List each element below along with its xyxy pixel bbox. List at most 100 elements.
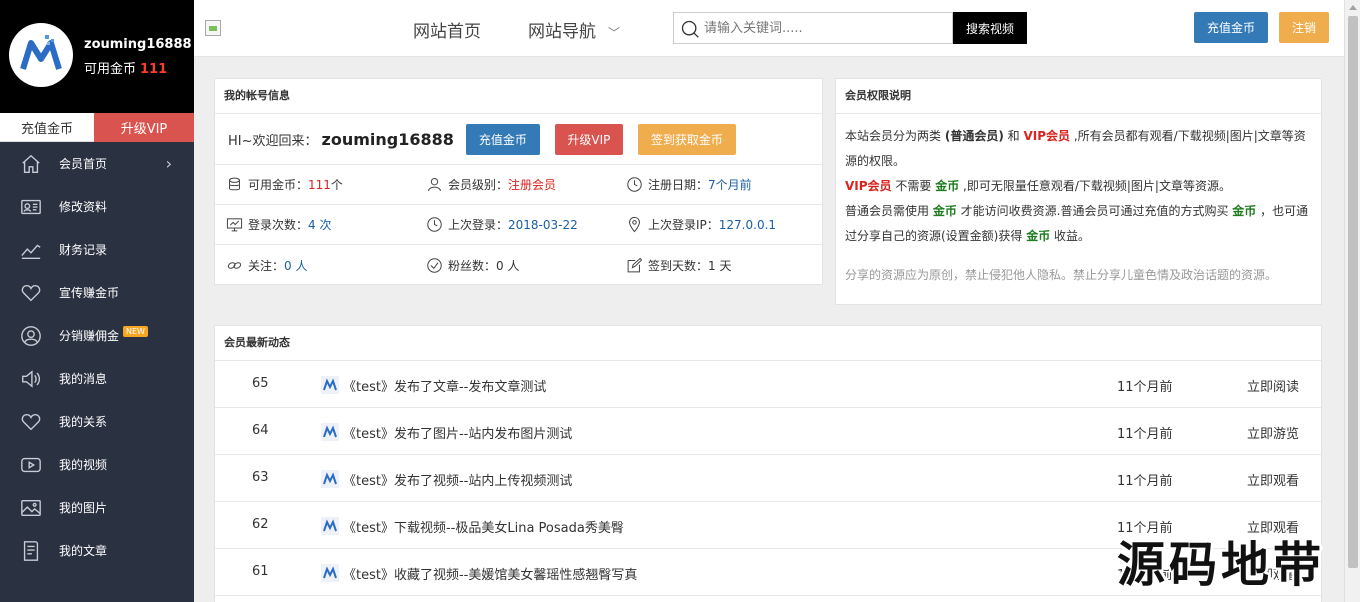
feed-text[interactable]: 《test》发布了图片--站内发布图片测试 bbox=[343, 423, 572, 442]
image-icon bbox=[19, 496, 43, 520]
broken-logo-image[interactable] bbox=[205, 20, 221, 36]
search-button[interactable]: 搜索视频 bbox=[953, 12, 1027, 44]
sidebar-item-messages[interactable]: 我的消息 bbox=[0, 357, 194, 400]
feed-action-link[interactable]: 立即游览 bbox=[1247, 423, 1299, 442]
recharge-button[interactable]: 充值金币 bbox=[465, 123, 540, 155]
signin-coins-button[interactable]: 签到获取金币 bbox=[637, 123, 736, 155]
sidebar-nav: 会员首页 › 修改资料 财务记录 宣传赚金币 分销赚佣金 NEW 我的消息 我的… bbox=[0, 142, 194, 572]
login-count-label: 登录次数： bbox=[248, 218, 309, 232]
rights-text: 才能访问收费资源.普通会员可通过充值的方式购买 bbox=[956, 204, 1233, 218]
new-badge: NEW bbox=[123, 326, 148, 337]
stat-fans: 粉丝数： 0 人 bbox=[415, 256, 615, 274]
feed-id: 61 bbox=[252, 564, 269, 579]
level-label: 会员级别： bbox=[448, 178, 509, 192]
sidebar-upgrade-vip-button[interactable]: 升级VIP bbox=[94, 113, 194, 142]
nav-guide-dropdown[interactable]: 网站导航 ﹀ bbox=[528, 17, 620, 42]
search-box bbox=[673, 12, 953, 44]
feed-row: 64 《test》发布了图片--站内发布图片测试 11个月前 立即游览 bbox=[215, 408, 1321, 455]
feed-action-link[interactable]: 立即观看 bbox=[1247, 517, 1299, 536]
sidebar-item-promote[interactable]: 宣传赚金币 bbox=[0, 271, 194, 314]
coins-label: 可用金币 bbox=[84, 62, 137, 77]
sidebar-item-videos[interactable]: 我的视频 bbox=[0, 443, 194, 486]
rights-text: 和 bbox=[1003, 129, 1024, 143]
sidebar-item-images[interactable]: 我的图片 bbox=[0, 486, 194, 529]
nav-home-link[interactable]: 网站首页 bbox=[413, 17, 481, 42]
sidebar-recharge-button[interactable]: 充值金币 bbox=[0, 113, 94, 142]
user-icon bbox=[425, 176, 443, 194]
feed-time: 11个月前 bbox=[1117, 474, 1173, 489]
heart-icon bbox=[19, 281, 43, 305]
signin-days-value: 1 天 bbox=[708, 258, 732, 273]
stat-last-login: 上次登录： 2018-03-22 bbox=[415, 216, 615, 234]
signin-days-label: 签到天数： bbox=[648, 258, 709, 273]
feed-text[interactable]: 《test》发布了视频--站内上传视频测试 bbox=[343, 470, 572, 489]
rights-paragraph-2: VIP会员 不需要 金币 ,即可无限量任意观看/下载视频|图片|文章等资源。 bbox=[845, 174, 1312, 199]
location-pin-icon bbox=[625, 216, 643, 234]
last-login-label: 上次登录： bbox=[448, 218, 509, 232]
stats-row: 可用金币： 111 个 会员级别： 注册会员 注册日期： 7个月前 bbox=[215, 165, 822, 205]
avatar[interactable] bbox=[9, 23, 73, 87]
user-icon bbox=[19, 324, 43, 348]
chevron-right-icon: › bbox=[165, 154, 172, 173]
rights-text: 不需要 bbox=[891, 179, 936, 193]
last-ip-label: 上次登录IP： bbox=[648, 218, 719, 232]
stat-follow: 关注： 0 人 bbox=[215, 256, 415, 274]
sidebar-item-finance[interactable]: 财务记录 bbox=[0, 228, 194, 271]
search-input[interactable] bbox=[704, 18, 944, 38]
sidebar-item-relations[interactable]: 我的关系 bbox=[0, 400, 194, 443]
logout-button[interactable]: 注销 bbox=[1279, 12, 1329, 43]
sidebar-item-distribution[interactable]: 分销赚佣金 NEW bbox=[0, 314, 194, 357]
member-feed-title: 会员最新动态 bbox=[215, 326, 1321, 361]
feed-action-link[interactable]: 立即观看 bbox=[1247, 470, 1299, 489]
chart-line-icon bbox=[19, 238, 43, 262]
fans-label: 粉丝数： bbox=[448, 258, 497, 273]
feed-text[interactable]: 《test》下载视频--极品美女Lina Posada秀美臀 bbox=[343, 517, 624, 536]
vip-member-label: VIP会员 bbox=[1023, 129, 1071, 143]
site-logo-icon bbox=[321, 564, 339, 582]
search-icon bbox=[681, 20, 699, 38]
sidebar-item-member-home[interactable]: 会员首页 › bbox=[0, 142, 194, 185]
page-scrollbar[interactable] bbox=[1344, 0, 1360, 602]
stats-row: 登录次数： 4 次 上次登录： 2018-03-22 上次登录IP： 127.0.0.… bbox=[215, 205, 822, 245]
feed-text[interactable]: 《test》收藏了视频--美媛馆美女馨瑶性感翘臀写真 bbox=[343, 564, 637, 583]
username: zouming16888 bbox=[84, 37, 192, 52]
rights-paragraph-1: 本站会员分为两类 (普通会员) 和 VIP会员 ,所有会员都有观看/下载视频|图… bbox=[845, 124, 1312, 174]
stats-row: 关注： 0 人 粉丝数： 0 人 签到天数： 1 天 bbox=[215, 245, 822, 285]
document-icon bbox=[19, 539, 43, 563]
feed-row: 63 《test》发布了视频--站内上传视频测试 11个月前 立即观看 bbox=[215, 455, 1321, 502]
feed-text[interactable]: 《test》发布了文章--发布文章测试 bbox=[343, 376, 546, 395]
site-logo-icon bbox=[321, 470, 339, 488]
coins-stat-label: 可用金币： bbox=[248, 178, 309, 192]
sidebar: zouming16888 可用金币 111 充值金币 升级VIP 会员首页 › 修… bbox=[0, 0, 194, 602]
login-count-value: 4 次 bbox=[308, 218, 332, 232]
account-info-title: 我的帐号信息 bbox=[215, 79, 822, 114]
sidebar-item-articles[interactable]: 我的文章 bbox=[0, 529, 194, 572]
edit-icon bbox=[625, 256, 643, 274]
avatar-logo-icon bbox=[11, 25, 71, 85]
sidebar-item-label: 我的文章 bbox=[59, 544, 108, 558]
sidebar-item-label: 修改资料 bbox=[59, 200, 108, 214]
feed-time: 11个月前 bbox=[1117, 427, 1173, 442]
gold-label: 金币 bbox=[1026, 229, 1051, 243]
rights-note: 分享的资源应为原创，禁止侵犯他人隐私。禁止分享儿童色情及政治话题的资源。 bbox=[845, 268, 1278, 282]
feed-action-link[interactable]: 立即阅读 bbox=[1247, 376, 1299, 395]
site-logo-icon bbox=[321, 423, 339, 441]
feed-time: 11个月前 bbox=[1117, 380, 1173, 395]
member-rights-panel: 会员权限说明 本站会员分为两类 (普通会员) 和 VIP会员 ,所有会员都有观看… bbox=[835, 78, 1322, 305]
upgrade-vip-button[interactable]: 升级VIP bbox=[554, 123, 623, 155]
scroll-up-arrow-icon[interactable] bbox=[1349, 5, 1357, 10]
scroll-thumb[interactable] bbox=[1348, 16, 1358, 568]
coins-value: 111 bbox=[140, 62, 168, 77]
greeting-text: HI~欢迎回来： bbox=[228, 133, 318, 149]
stat-coins: 可用金币： 111 个 bbox=[215, 176, 415, 194]
sidebar-item-edit-profile[interactable]: 修改资料 bbox=[0, 185, 194, 228]
follow-label: 关注： bbox=[248, 258, 285, 273]
site-logo-icon bbox=[321, 376, 339, 394]
clock-icon bbox=[625, 176, 643, 194]
rights-text: 普通会员需使用 bbox=[845, 204, 933, 218]
stat-level: 会员级别： 注册会员 bbox=[415, 176, 615, 194]
rights-text: 收益。 bbox=[1050, 229, 1091, 243]
header-recharge-button[interactable]: 充值金币 bbox=[1194, 12, 1268, 43]
feed-time: 11个月前 bbox=[1117, 521, 1173, 536]
feed-row: 65 《test》发布了文章--发布文章测试 11个月前 立即阅读 bbox=[215, 361, 1321, 408]
